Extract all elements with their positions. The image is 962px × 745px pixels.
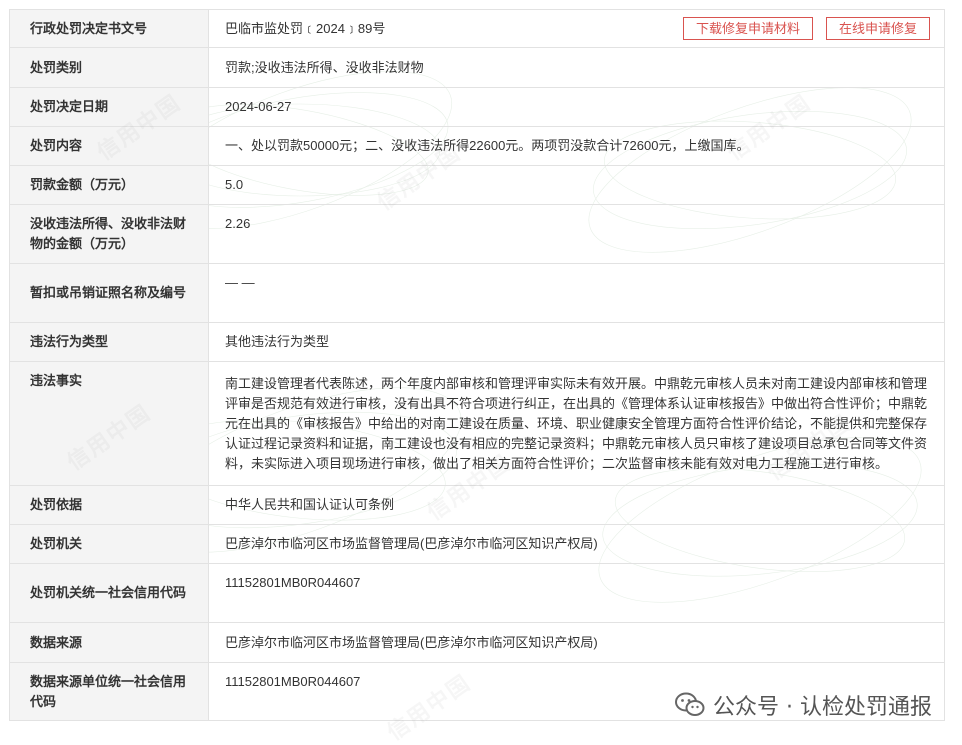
penalty-category-value: 罚款;没收违法所得、没收非法财物 [208, 47, 945, 88]
table-row: 处罚决定日期 2024-06-27 [9, 87, 945, 127]
row-label-authority-credit-code: 处罚机关统一社会信用代码 [9, 563, 209, 623]
table-row: 行政处罚决定书文号 巴临市监处罚﹝2024﹞89号 下载修复申请材料 在线申请修… [9, 9, 945, 48]
license-revoked-value: — — [208, 263, 945, 323]
table-row: 暂扣或吊销证照名称及编号 — — [9, 263, 945, 323]
table-row: 处罚内容 一、处以罚款50000元；二、没收违法所得22600元。两项罚没款合计… [9, 126, 945, 166]
row-label-confiscated-amount: 没收违法所得、没收非法财物的金额（万元） [9, 204, 209, 264]
violation-facts-value: 南工建设管理者代表陈述，两个年度内部审核和管理评审实际未有效开展。中鼎乾元审核人… [208, 361, 945, 486]
row-label-violation-facts: 违法事实 [9, 361, 209, 486]
penalty-info-table: 行政处罚决定书文号 巴临市监处罚﹝2024﹞89号 下载修复申请材料 在线申请修… [9, 9, 945, 721]
row-label-license-revoked: 暂扣或吊销证照名称及编号 [9, 263, 209, 323]
table-row: 违法行为类型 其他违法行为类型 [9, 322, 945, 362]
table-row: 处罚类别 罚款;没收违法所得、没收非法财物 [9, 47, 945, 88]
table-row: 违法事实 南工建设管理者代表陈述，两个年度内部审核和管理评审实际未有效开展。中鼎… [9, 361, 945, 486]
row-label-penalty-category: 处罚类别 [9, 47, 209, 88]
penalty-basis-value: 中华人民共和国认证认可条例 [208, 485, 945, 525]
row-label-violation-type: 违法行为类型 [9, 322, 209, 362]
penalty-content-value: 一、处以罚款50000元；二、没收违法所得22600元。两项罚没款合计72600… [208, 126, 945, 166]
row-label-fine-amount: 罚款金额（万元） [9, 165, 209, 205]
table-row: 数据来源 巴彦淖尔市临河区市场监督管理局(巴彦淖尔市临河区知识产权局) [9, 622, 945, 663]
wechat-account-name: 公众号 · 认检处罚通报 [713, 695, 932, 720]
row-label-doc-number: 行政处罚决定书文号 [9, 9, 209, 48]
table-row: 处罚机关 巴彦淖尔市临河区市场监督管理局(巴彦淖尔市临河区知识产权局) [9, 524, 945, 564]
table-row: 处罚机关统一社会信用代码 11152801MB0R044607 [9, 563, 945, 623]
row-label-penalty-content: 处罚内容 [9, 126, 209, 166]
data-source-value: 巴彦淖尔市临河区市场监督管理局(巴彦淖尔市临河区知识产权局) [208, 622, 945, 663]
wechat-account-badge: 公众号 · 认检处罚通报 [675, 689, 932, 721]
doc-number-value: 巴临市监处罚﹝2024﹞89号 [225, 20, 386, 36]
wechat-icon [675, 692, 705, 716]
penalty-authority-value: 巴彦淖尔市临河区市场监督管理局(巴彦淖尔市临河区知识产权局) [208, 524, 945, 564]
row-label-decision-date: 处罚决定日期 [9, 87, 209, 127]
decision-date-value: 2024-06-27 [208, 87, 945, 127]
authority-credit-code-value: 11152801MB0R044607 [208, 563, 945, 623]
row-label-data-source: 数据来源 [9, 622, 209, 663]
row-label-source-credit-code: 数据来源单位统一社会信用代码 [9, 662, 209, 721]
confiscated-amount-value: 2.26 [208, 204, 945, 264]
table-row: 罚款金额（万元） 5.0 [9, 165, 945, 205]
row-label-penalty-authority: 处罚机关 [9, 524, 209, 564]
table-row: 没收违法所得、没收非法财物的金额（万元） 2.26 [9, 204, 945, 264]
fine-amount-value: 5.0 [208, 165, 945, 205]
penalty-info-panel: 行政处罚决定书文号 巴临市监处罚﹝2024﹞89号 下载修复申请材料 在线申请修… [9, 9, 945, 721]
table-row: 处罚依据 中华人民共和国认证认可条例 [9, 485, 945, 525]
row-label-penalty-basis: 处罚依据 [9, 485, 209, 525]
download-repair-materials-button[interactable]: 下载修复申请材料 [682, 17, 813, 40]
online-repair-application-button[interactable]: 在线申请修复 [825, 17, 930, 40]
violation-type-value: 其他违法行为类型 [208, 322, 945, 362]
